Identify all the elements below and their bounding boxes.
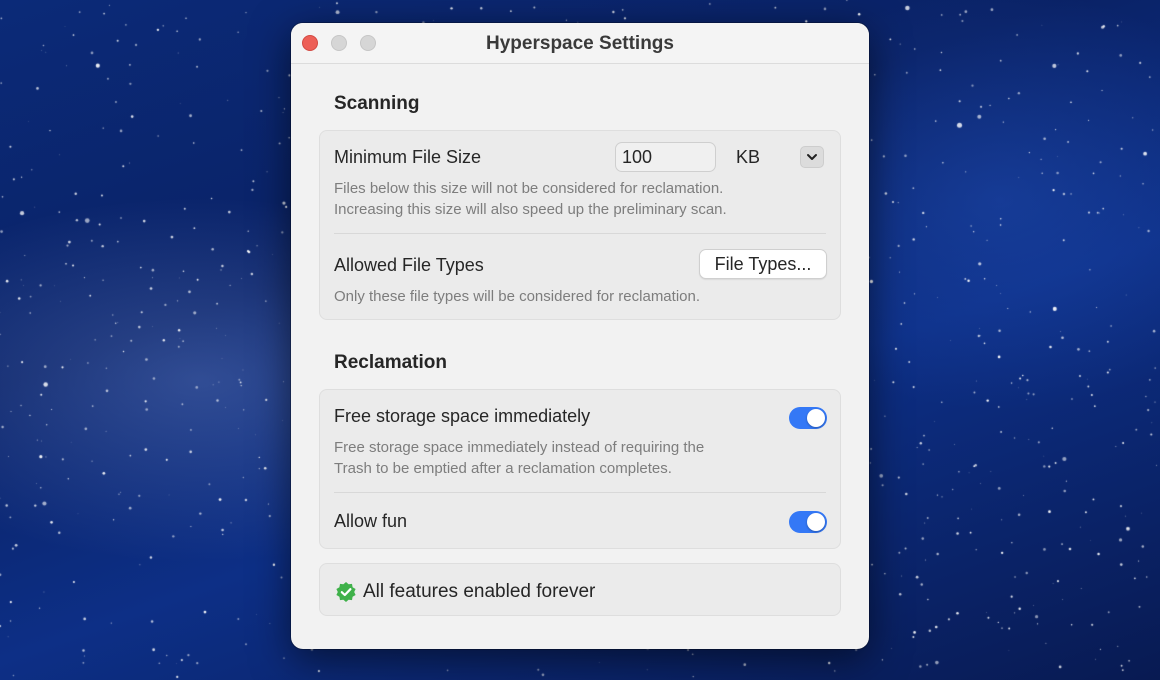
title-bar: Hyperspace Settings — [291, 23, 869, 64]
scanning-group: Minimum File Size KB Files below this si… — [319, 130, 841, 320]
row-divider — [334, 492, 826, 493]
allowed-file-types-description: Only these file types will be considered… — [334, 288, 701, 305]
free-storage-toggle[interactable] — [789, 407, 827, 429]
min-file-size-description-2: Increasing this size will also speed up … — [334, 201, 727, 218]
row-divider — [334, 233, 826, 234]
allow-fun-label: Allow fun — [334, 511, 408, 531]
status-group: All features enabled forever — [319, 563, 841, 616]
allowed-file-types-label: Allowed File Types — [334, 255, 484, 275]
verified-badge-icon — [336, 582, 356, 602]
settings-window: Hyperspace Settings Scanning Minimum Fil… — [291, 23, 869, 649]
min-file-size-input[interactable] — [615, 142, 716, 172]
window-title: Hyperspace Settings — [486, 33, 674, 54]
reclamation-group: Free storage space immediately Free stor… — [319, 389, 841, 549]
allow-fun-toggle[interactable] — [789, 511, 827, 533]
free-storage-description-1: Free storage space immediately instead o… — [334, 439, 705, 456]
free-storage-description-2: Trash to be emptied after a reclamation … — [334, 460, 672, 477]
size-unit-label: KB — [736, 147, 761, 167]
section-title-reclamation: Reclamation — [334, 352, 447, 373]
file-types-button[interactable]: File Types... — [699, 249, 827, 279]
chevron-down-icon — [807, 154, 817, 160]
size-unit-dropdown[interactable] — [800, 146, 824, 168]
min-file-size-label: Minimum File Size — [334, 147, 482, 167]
free-storage-label: Free storage space immediately — [334, 406, 591, 426]
toggle-knob — [807, 513, 825, 531]
section-title-scanning: Scanning — [334, 93, 420, 114]
license-status-text: All features enabled forever — [363, 581, 596, 602]
toggle-knob — [807, 409, 825, 427]
min-file-size-description-1: Files below this size will not be consid… — [334, 180, 724, 197]
